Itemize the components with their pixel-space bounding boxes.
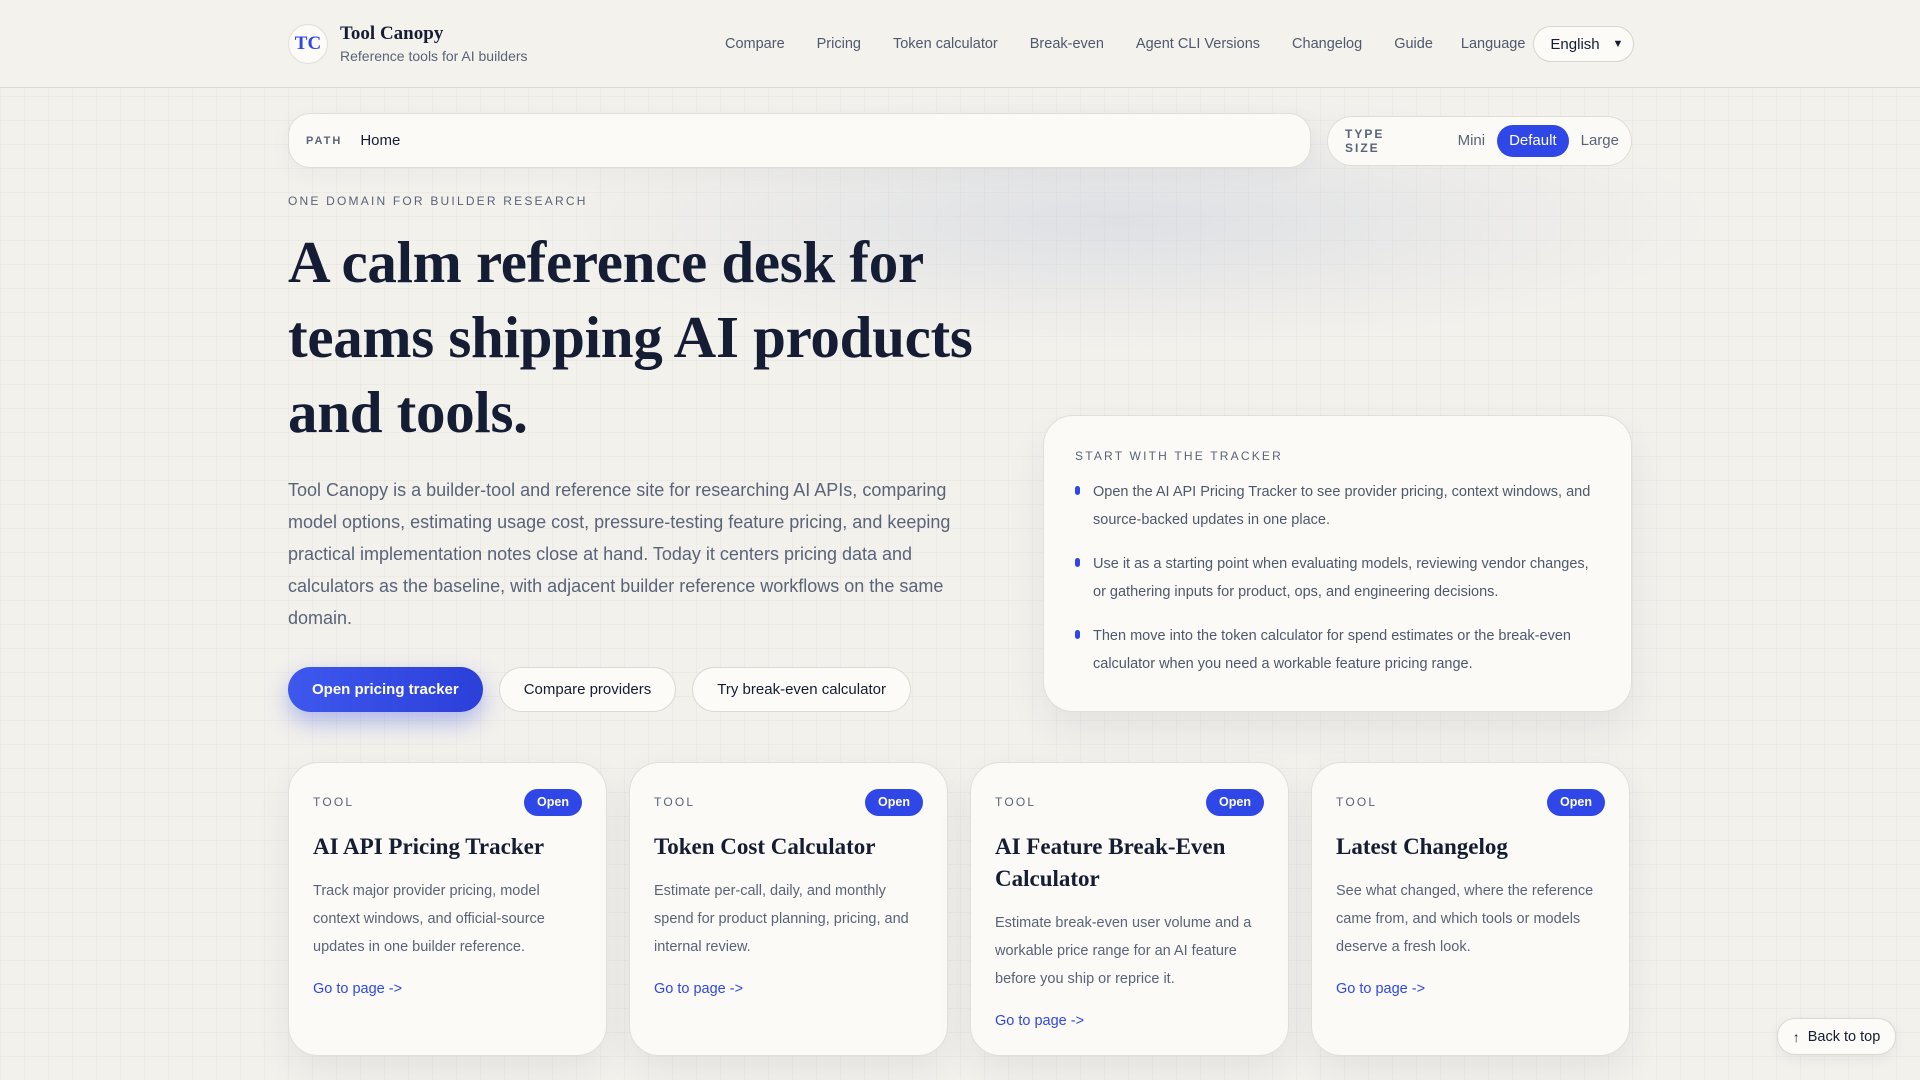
bullet-icon <box>1075 558 1080 567</box>
main-nav: Compare Pricing Token calculator Break-e… <box>725 0 1635 88</box>
nav-changelog[interactable]: Changelog <box>1292 36 1362 52</box>
type-size-label: TYPE SIZE <box>1345 127 1385 155</box>
language-selected-value: English <box>1550 35 1600 53</box>
type-size-large[interactable]: Large <box>1569 125 1631 157</box>
nav-compare[interactable]: Compare <box>725 36 785 52</box>
type-size-default[interactable]: Default <box>1497 125 1569 157</box>
card-link[interactable]: Go to page -> <box>1336 981 1605 997</box>
nav-break-even[interactable]: Break-even <box>1030 36 1104 52</box>
brand-name[interactable]: Tool Canopy <box>340 24 528 44</box>
card-title: AI API Pricing Tracker <box>313 834 545 859</box>
status-badge: Open <box>1547 788 1605 816</box>
site-header: TC Tool Canopy Reference tools for AI bu… <box>0 0 1920 88</box>
tool-card-pricing-tracker[interactable]: TOOL Open AI API Pricing Tracker Track m… <box>288 762 607 1056</box>
card-tag: TOOL <box>654 795 696 809</box>
language-select[interactable]: English ▼ <box>1533 26 1635 62</box>
breadcrumb-home[interactable]: Home <box>360 132 400 149</box>
list-item: Then move into the token calculator for … <box>1075 622 1599 678</box>
bullet-icon <box>1075 486 1080 495</box>
chevron-down-icon: ▼ <box>1612 38 1624 50</box>
hero-actions: Open pricing tracker Compare providers T… <box>288 667 927 712</box>
tracker-item-text: Then move into the token calculator for … <box>1093 628 1571 672</box>
tool-card-changelog[interactable]: TOOL Open Latest Changelog See what chan… <box>1311 762 1630 1056</box>
tracker-item-text: Use it as a starting point when evaluati… <box>1093 556 1589 600</box>
back-to-top-button[interactable]: ↑ Back to top <box>1777 1018 1896 1055</box>
logo[interactable]: TC <box>288 24 328 64</box>
hero-title: A calm reference desk for teams shipping… <box>288 229 973 445</box>
tracker-item-text: Open the AI API Pricing Tracker to see p… <box>1093 484 1591 528</box>
card-title: Token Cost Calculator <box>654 834 876 859</box>
tracker-list: Open the AI API Pricing Tracker to see p… <box>1075 478 1599 678</box>
hero-eyebrow: ONE DOMAIN FOR BUILDER RESEARCH <box>288 194 588 208</box>
card-tag: TOOL <box>995 795 1037 809</box>
card-description: Estimate break-even user volume and a wo… <box>995 915 1252 987</box>
tracker-eyebrow: START WITH THE TRACKER <box>1075 449 1283 463</box>
card-tag: TOOL <box>1336 795 1378 809</box>
brand-tagline: Reference tools for AI builders <box>340 48 528 64</box>
nav-pricing[interactable]: Pricing <box>817 36 861 52</box>
arrow-up-icon: ↑ <box>1792 1028 1800 1045</box>
list-item: Use it as a starting point when evaluati… <box>1075 550 1599 606</box>
bullet-icon <box>1075 630 1080 639</box>
open-pricing-tracker-button[interactable]: Open pricing tracker <box>288 667 483 712</box>
hero-description: Tool Canopy is a builder-tool and refere… <box>288 480 951 628</box>
compare-providers-button[interactable]: Compare providers <box>498 667 677 712</box>
nav-agent-cli-versions[interactable]: Agent CLI Versions <box>1136 36 1260 52</box>
card-description: Estimate per-call, daily, and monthly sp… <box>654 883 909 955</box>
card-description: Track major provider pricing, model cont… <box>313 883 545 955</box>
tracker-panel: START WITH THE TRACKER Open the AI API P… <box>1043 415 1632 712</box>
tool-card-break-even[interactable]: TOOL Open AI Feature Break-Even Calculat… <box>970 762 1289 1056</box>
card-link[interactable]: Go to page -> <box>995 1013 1264 1029</box>
breadcrumb: PATH Home <box>288 113 1311 168</box>
type-size-switcher: TYPE SIZE Mini Default Large <box>1327 116 1632 166</box>
language-label: Language <box>1460 36 1526 52</box>
list-item: Open the AI API Pricing Tracker to see p… <box>1075 478 1599 534</box>
break-even-calculator-button[interactable]: Try break-even calculator <box>692 667 911 712</box>
card-description: See what changed, where the reference ca… <box>1336 883 1594 955</box>
breadcrumb-label: PATH <box>306 134 343 147</box>
card-tag: TOOL <box>313 795 355 809</box>
nav-token-calculator[interactable]: Token calculator <box>893 36 998 52</box>
tool-card-token-calculator[interactable]: TOOL Open Token Cost Calculator Estimate… <box>629 762 948 1056</box>
brand[interactable]: TC Tool Canopy Reference tools for AI bu… <box>288 24 528 64</box>
status-badge: Open <box>1206 788 1264 816</box>
type-size-mini[interactable]: Mini <box>1446 125 1498 157</box>
back-to-top-label: Back to top <box>1807 1028 1881 1045</box>
status-badge: Open <box>524 788 582 816</box>
card-link[interactable]: Go to page -> <box>313 981 582 997</box>
status-badge: Open <box>865 788 923 816</box>
card-link[interactable]: Go to page -> <box>654 981 923 997</box>
card-title: AI Feature Break-Even Calculator <box>995 834 1226 891</box>
nav-guide[interactable]: Guide <box>1394 36 1433 52</box>
card-title: Latest Changelog <box>1336 834 1508 859</box>
